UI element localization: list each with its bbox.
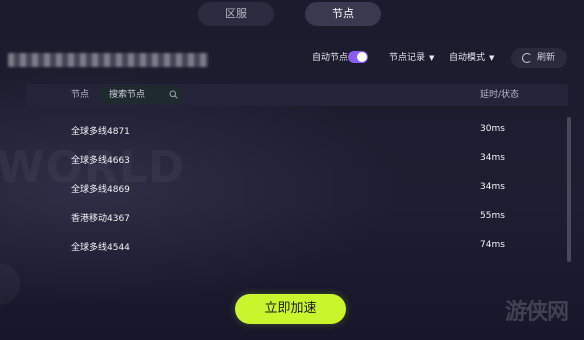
node-latency: 30ms [480, 124, 505, 134]
node-list: 全球多线4871 30ms 全球多线4663 34ms 全球多线4869 34m… [26, 116, 568, 264]
caret-down-icon: ▼ [429, 54, 435, 62]
tab-bar: 区服 节点 [0, 2, 584, 26]
tab-server-region[interactable]: 区服 [198, 2, 274, 26]
node-name: 全球多线4871 [71, 127, 130, 137]
caret-down-icon: ▼ [489, 54, 495, 62]
table-row[interactable]: 全球多线4663 34ms [26, 145, 568, 174]
refresh-icon [522, 53, 532, 63]
refresh-button[interactable]: 刷新 [511, 48, 567, 68]
watermark-logo: 游侠网 [505, 299, 569, 325]
table-row[interactable]: 全球多线4871 30ms [26, 116, 568, 145]
search-input[interactable]: 搜索节点 [99, 86, 183, 104]
node-name: 全球多线4544 [71, 243, 130, 253]
node-latency: 34ms [480, 182, 505, 192]
column-header-node: 节点 [71, 90, 90, 100]
node-name: 全球多线4869 [71, 185, 130, 195]
auto-mode-dropdown[interactable]: 自动模式 ▼ [449, 50, 494, 66]
search-placeholder: 搜索节点 [109, 90, 146, 100]
column-header-latency: 延时/状态 [480, 90, 520, 100]
auto-node-label: 自动节点 [312, 53, 349, 63]
node-latency: 74ms [480, 240, 505, 250]
tab-nodes[interactable]: 节点 [305, 2, 381, 26]
table-row[interactable]: 香港移动4367 55ms [26, 203, 568, 232]
node-record-dropdown[interactable]: 节点记录 ▼ [389, 50, 434, 66]
table-row[interactable]: 全球多线4869 34ms [26, 174, 568, 203]
toggle-knob [357, 52, 367, 62]
accelerate-button[interactable]: 立即加速 [235, 294, 346, 324]
refresh-label: 刷新 [537, 53, 556, 63]
table-row[interactable]: 全球多线4544 74ms [26, 232, 568, 261]
auto-node-toggle[interactable] [348, 51, 368, 63]
node-name: 香港移动4367 [71, 214, 130, 224]
node-name: 全球多线4663 [71, 156, 130, 166]
list-scrollbar[interactable] [567, 117, 571, 262]
node-latency: 55ms [480, 211, 505, 221]
search-icon [169, 90, 178, 99]
node-record-label: 节点记录 [389, 53, 426, 63]
auto-mode-label: 自动模式 [449, 53, 486, 63]
table-header: 节点 搜索节点 延时/状态 [26, 84, 568, 106]
node-latency: 34ms [480, 153, 505, 163]
blurred-game-title [8, 53, 208, 67]
